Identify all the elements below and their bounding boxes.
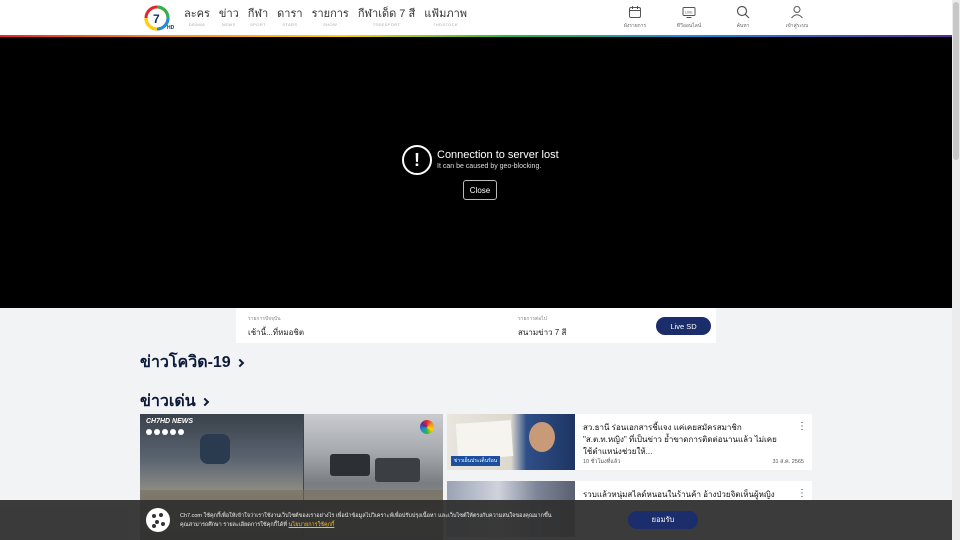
- nav-label: กีฬา: [247, 8, 269, 20]
- nav-item-drama[interactable]: ละคร DRAMA: [184, 8, 210, 28]
- error-message: ! Connection to server lost It can be ca…: [402, 145, 559, 175]
- person-shape: [200, 434, 230, 464]
- nav-item-show[interactable]: รายการ SHOW: [312, 8, 349, 28]
- site-header: 7 HD ละคร DRAMA ข่าว NEWS กีฬา SPORT ดาร…: [0, 0, 952, 36]
- cookie-icon: [146, 508, 170, 532]
- now-title[interactable]: เช้านี้...ที่หมอชิต: [248, 326, 304, 339]
- nav-sub: SHOW: [323, 22, 338, 27]
- cookie-consent-bar: Ch7.com ใช้คุกกี้เพื่อให้เข้าใจว่าเราใช้…: [0, 500, 952, 540]
- schedule-strip: รายการปัจจุบัน เช้านี้...ที่หมอชิต รายกา…: [236, 308, 716, 343]
- schedule-button[interactable]: ผังรายการ: [618, 5, 652, 30]
- close-button[interactable]: Close: [463, 180, 497, 200]
- section-covid[interactable]: ข่าวโควิด-19: [140, 350, 244, 375]
- search-button[interactable]: ค้นหา: [726, 5, 760, 30]
- now-program: รายการปัจจุบัน เช้านี้...ที่หมอชิต: [248, 315, 304, 339]
- instagram-icon: [178, 429, 184, 435]
- tool-label: ค้นหา: [736, 23, 750, 29]
- nav-item-stars[interactable]: ดารา STARS: [277, 8, 302, 28]
- live-sd-button[interactable]: Live SD: [656, 317, 711, 335]
- nav-label: ข่าว: [218, 8, 239, 20]
- video-player[interactable]: ! Connection to server lost It can be ca…: [0, 37, 952, 308]
- twitter-icon: [154, 429, 160, 435]
- nav-sub: DRAMA: [188, 22, 206, 27]
- now-caption: รายการปัจจุบัน: [248, 316, 281, 322]
- nav-item-sport[interactable]: กีฬา SPORT: [248, 8, 268, 28]
- line-icon: [170, 429, 176, 435]
- nav-label: กีฬาเด็ด 7 สี: [357, 8, 416, 20]
- cookie-message: Ch7.com ใช้คุกกี้เพื่อให้เข้าใจว่าเราใช้…: [180, 513, 552, 528]
- login-button[interactable]: เข้าสู่ระบบ: [780, 5, 814, 30]
- youtube-icon: [162, 429, 168, 435]
- user-icon: [791, 6, 803, 19]
- cookie-policy-link[interactable]: นโยบายการใช้คุกกี้: [288, 522, 334, 528]
- nav-label: รายการ: [311, 8, 349, 20]
- tool-label: ทีวีออนไลน์: [676, 23, 702, 29]
- car-shape: [375, 458, 420, 482]
- ch7-logo[interactable]: 7 HD: [144, 5, 174, 31]
- card-title: สว.ธานี ร่อนเอกสารชี้แจง แค่เคยสมัครสมาช…: [583, 423, 777, 456]
- next-program: รายการต่อไป สนามข่าว 7 สี: [518, 315, 566, 339]
- scrollbar[interactable]: [952, 0, 960, 540]
- nav-item-news[interactable]: ข่าว NEWS: [219, 8, 239, 28]
- brand-label: CH7HD NEWS: [146, 418, 194, 425]
- chevron-right-icon: [235, 358, 244, 367]
- face-shape: [529, 422, 555, 452]
- main-nav: ละคร DRAMA ข่าว NEWS กีฬา SPORT ดารา STA…: [184, 8, 467, 28]
- news-card[interactable]: ข่าวเย็นประเด็นร้อน สว.ธานี ร่อนเอกสารชี…: [447, 414, 812, 470]
- search-icon: [736, 5, 750, 19]
- card-time: 10 ชั่วโมงที่แล้ว: [583, 459, 621, 465]
- svg-text:7: 7: [153, 12, 160, 26]
- nav-sub: STARS: [282, 22, 298, 27]
- card-thumbnail: ข่าวเย็นประเด็นร้อน: [447, 414, 575, 470]
- calendar-icon: [629, 6, 641, 18]
- alert-icon: !: [402, 145, 432, 175]
- next-title[interactable]: สนามข่าว 7 สี: [518, 326, 566, 339]
- nav-sub: 7HDSTOCK: [433, 22, 459, 27]
- error-title: Connection to server lost: [437, 149, 559, 161]
- car-shape: [330, 454, 370, 476]
- chevron-right-icon: [200, 397, 209, 406]
- nav-label: ละคร: [184, 8, 210, 20]
- more-options-icon[interactable]: ⋮: [797, 489, 807, 499]
- social-icons: [146, 429, 184, 435]
- section-title: ข่าวเด่น: [140, 393, 196, 410]
- accept-cookies-button[interactable]: ยอมรับ: [628, 511, 698, 529]
- section-title: ข่าวโควิด-19: [140, 354, 231, 371]
- tv-icon: LIVE: [682, 7, 696, 18]
- nav-item-7seesport[interactable]: กีฬาเด็ด 7 สี 7SEESPORT: [358, 8, 415, 28]
- nav-label: แฟ้มภาพ: [424, 8, 468, 20]
- nav-item-7hdstock[interactable]: แฟ้มภาพ 7HDSTOCK: [424, 8, 467, 28]
- cookie-text: Ch7.com ใช้คุกกี้เพื่อให้เข้าใจว่าเราใช้…: [180, 512, 555, 530]
- next-caption: รายการต่อไป: [518, 316, 547, 322]
- nav-sub: NEWS: [222, 22, 236, 27]
- header-tools: ผังรายการ LIVE ทีวีออนไลน์ ค้นหา เข้าสู่…: [618, 5, 814, 30]
- document-shape: [455, 420, 514, 460]
- tool-label: เข้าสู่ระบบ: [785, 23, 809, 29]
- tool-label: ผังรายการ: [623, 23, 647, 29]
- tv-online-button[interactable]: LIVE ทีวีออนไลน์: [672, 5, 706, 30]
- nav-sub: SPORT: [250, 22, 266, 27]
- ch7-watermark-icon: [420, 420, 434, 434]
- more-options-icon[interactable]: ⋮: [797, 422, 807, 432]
- section-highlight[interactable]: ข่าวเด่น: [140, 389, 209, 414]
- nav-sub: 7SEESPORT: [372, 22, 401, 27]
- svg-text:LIVE: LIVE: [685, 11, 693, 15]
- scrollbar-thumb[interactable]: [953, 2, 959, 160]
- card-tag: ข่าวเย็นประเด็นร้อน: [451, 456, 501, 466]
- svg-text:HD: HD: [167, 25, 174, 31]
- nav-label: ดารา: [277, 8, 303, 20]
- card-date: 31 ส.ค. 2565: [772, 459, 804, 465]
- facebook-icon: [146, 429, 152, 435]
- error-subtitle: It can be caused by geo-blocking.: [437, 163, 542, 170]
